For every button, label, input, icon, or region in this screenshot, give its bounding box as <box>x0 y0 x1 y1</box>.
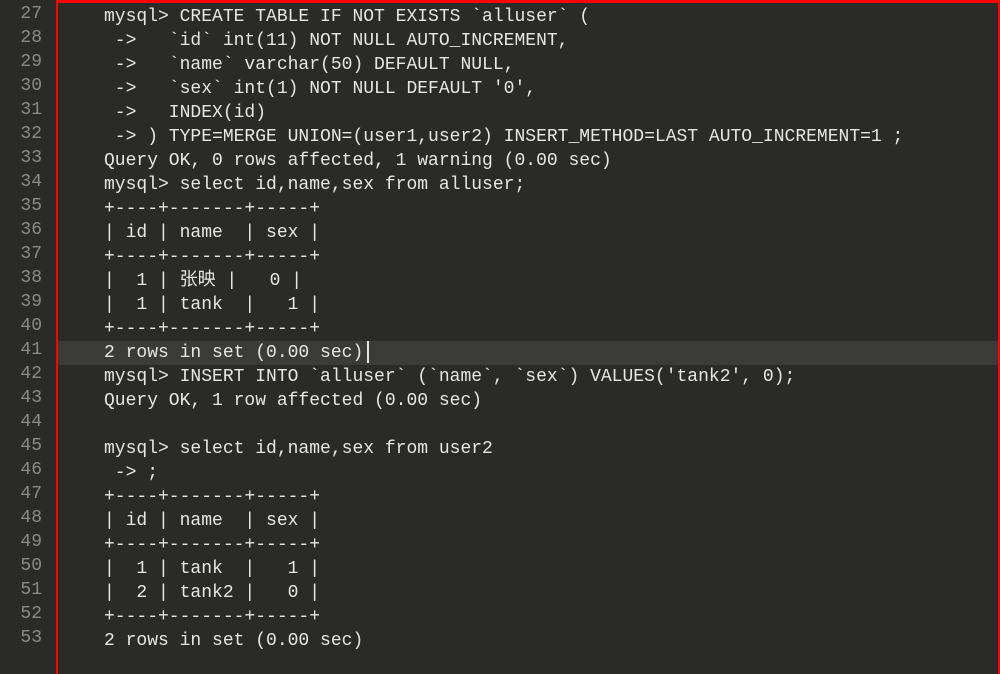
line-number: 41 <box>0 338 42 362</box>
code-line[interactable]: -> `sex` int(1) NOT NULL DEFAULT '0', <box>58 77 998 101</box>
line-number: 35 <box>0 194 42 218</box>
line-number: 27 <box>0 2 42 26</box>
code-line[interactable]: | id | name | sex | <box>58 221 998 245</box>
code-line[interactable]: | 1 | tank | 1 | <box>58 557 998 581</box>
code-line[interactable]: -> `id` int(11) NOT NULL AUTO_INCREMENT, <box>58 29 998 53</box>
line-number: 48 <box>0 506 42 530</box>
code-line[interactable] <box>58 413 998 437</box>
code-line[interactable]: +----+-------+-----+ <box>58 605 998 629</box>
line-number: 36 <box>0 218 42 242</box>
code-line[interactable]: -> ) TYPE=MERGE UNION=(user1,user2) INSE… <box>58 125 998 149</box>
code-line[interactable]: mysql> CREATE TABLE IF NOT EXISTS `allus… <box>58 5 998 29</box>
code-line[interactable]: 2 rows in set (0.00 sec) <box>58 629 998 653</box>
code-line[interactable]: +----+-------+-----+ <box>58 533 998 557</box>
line-number: 38 <box>0 266 42 290</box>
line-number: 51 <box>0 578 42 602</box>
text-cursor <box>367 341 369 363</box>
code-line[interactable]: -> ; <box>58 461 998 485</box>
code-line[interactable]: -> `name` varchar(50) DEFAULT NULL, <box>58 53 998 77</box>
code-line[interactable]: +----+-------+-----+ <box>58 317 998 341</box>
line-number: 34 <box>0 170 42 194</box>
line-number: 33 <box>0 146 42 170</box>
code-content[interactable]: mysql> CREATE TABLE IF NOT EXISTS `allus… <box>58 5 998 653</box>
line-number: 46 <box>0 458 42 482</box>
code-line[interactable]: mysql> select id,name,sex from alluser; <box>58 173 998 197</box>
line-number: 44 <box>0 410 42 434</box>
code-area-frame: mysql> CREATE TABLE IF NOT EXISTS `allus… <box>56 0 1000 674</box>
line-number: 28 <box>0 26 42 50</box>
line-number: 42 <box>0 362 42 386</box>
line-number: 45 <box>0 434 42 458</box>
line-number: 53 <box>0 626 42 650</box>
line-number: 37 <box>0 242 42 266</box>
code-line[interactable]: | 2 | tank2 | 0 | <box>58 581 998 605</box>
code-line[interactable]: | 1 | tank | 1 | <box>58 293 998 317</box>
code-line[interactable]: | id | name | sex | <box>58 509 998 533</box>
code-line[interactable]: +----+-------+-----+ <box>58 245 998 269</box>
code-line[interactable]: +----+-------+-----+ <box>58 485 998 509</box>
code-line[interactable]: mysql> INSERT INTO `alluser` (`name`, `s… <box>58 365 998 389</box>
code-line[interactable]: +----+-------+-----+ <box>58 197 998 221</box>
line-number: 50 <box>0 554 42 578</box>
line-number: 31 <box>0 98 42 122</box>
line-number: 47 <box>0 482 42 506</box>
code-line[interactable]: Query OK, 0 rows affected, 1 warning (0.… <box>58 149 998 173</box>
line-number: 30 <box>0 74 42 98</box>
line-number: 52 <box>0 602 42 626</box>
line-number: 29 <box>0 50 42 74</box>
code-line[interactable]: Query OK, 1 row affected (0.00 sec) <box>58 389 998 413</box>
line-number: 39 <box>0 290 42 314</box>
code-line[interactable]: | 1 | 张映 | 0 | <box>58 269 998 293</box>
line-number: 43 <box>0 386 42 410</box>
line-number: 32 <box>0 122 42 146</box>
code-line[interactable]: mysql> select id,name,sex from user2 <box>58 437 998 461</box>
code-line[interactable]: -> INDEX(id) <box>58 101 998 125</box>
line-number-gutter: 2728293031323334353637383940414243444546… <box>0 0 56 674</box>
line-number: 49 <box>0 530 42 554</box>
line-number: 40 <box>0 314 42 338</box>
code-editor: 2728293031323334353637383940414243444546… <box>0 0 1000 674</box>
code-line[interactable]: 2 rows in set (0.00 sec) <box>58 341 998 365</box>
